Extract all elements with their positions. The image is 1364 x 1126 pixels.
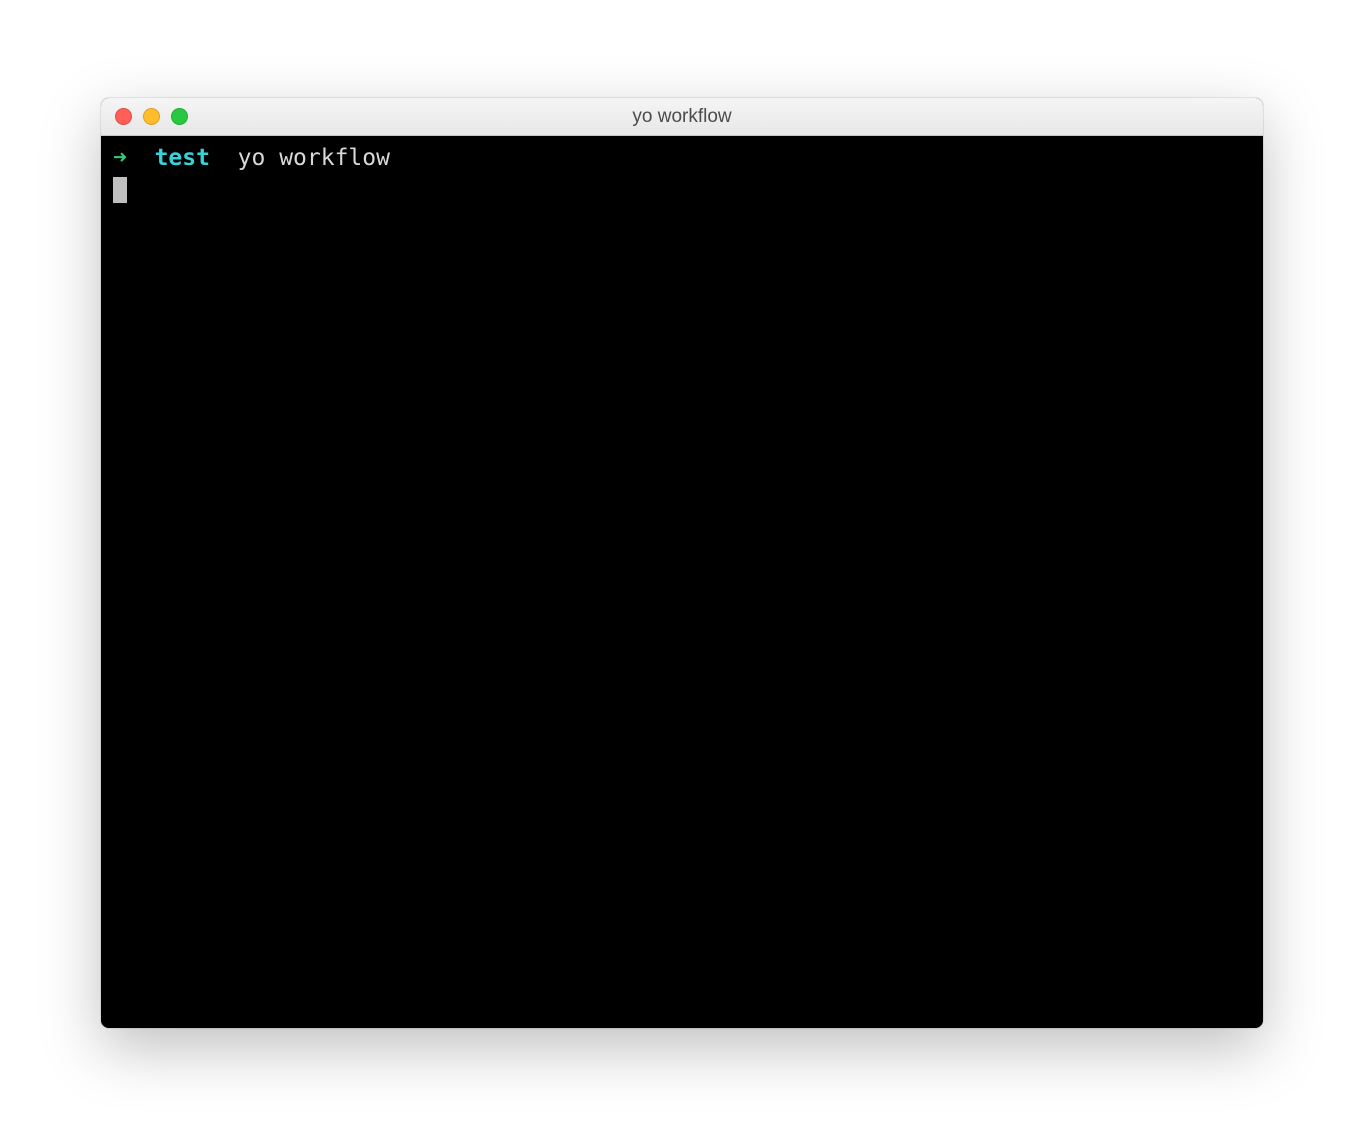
minimize-button[interactable]: [143, 108, 160, 125]
terminal-cursor: [113, 177, 127, 203]
window-titlebar[interactable]: yo workflow: [101, 98, 1263, 136]
terminal-window: yo workflow ➜ test yo workflow: [101, 98, 1263, 1028]
command-text: yo workflow: [238, 144, 390, 174]
close-button[interactable]: [115, 108, 132, 125]
prompt-line: ➜ test yo workflow: [113, 144, 1251, 174]
prompt-arrow-icon: ➜: [113, 144, 127, 174]
cursor-line: [113, 176, 1251, 206]
zoom-button[interactable]: [171, 108, 188, 125]
prompt-context: test: [155, 144, 210, 174]
terminal-body[interactable]: ➜ test yo workflow: [101, 136, 1263, 1028]
traffic-lights: [101, 108, 188, 125]
window-title: yo workflow: [101, 106, 1263, 128]
